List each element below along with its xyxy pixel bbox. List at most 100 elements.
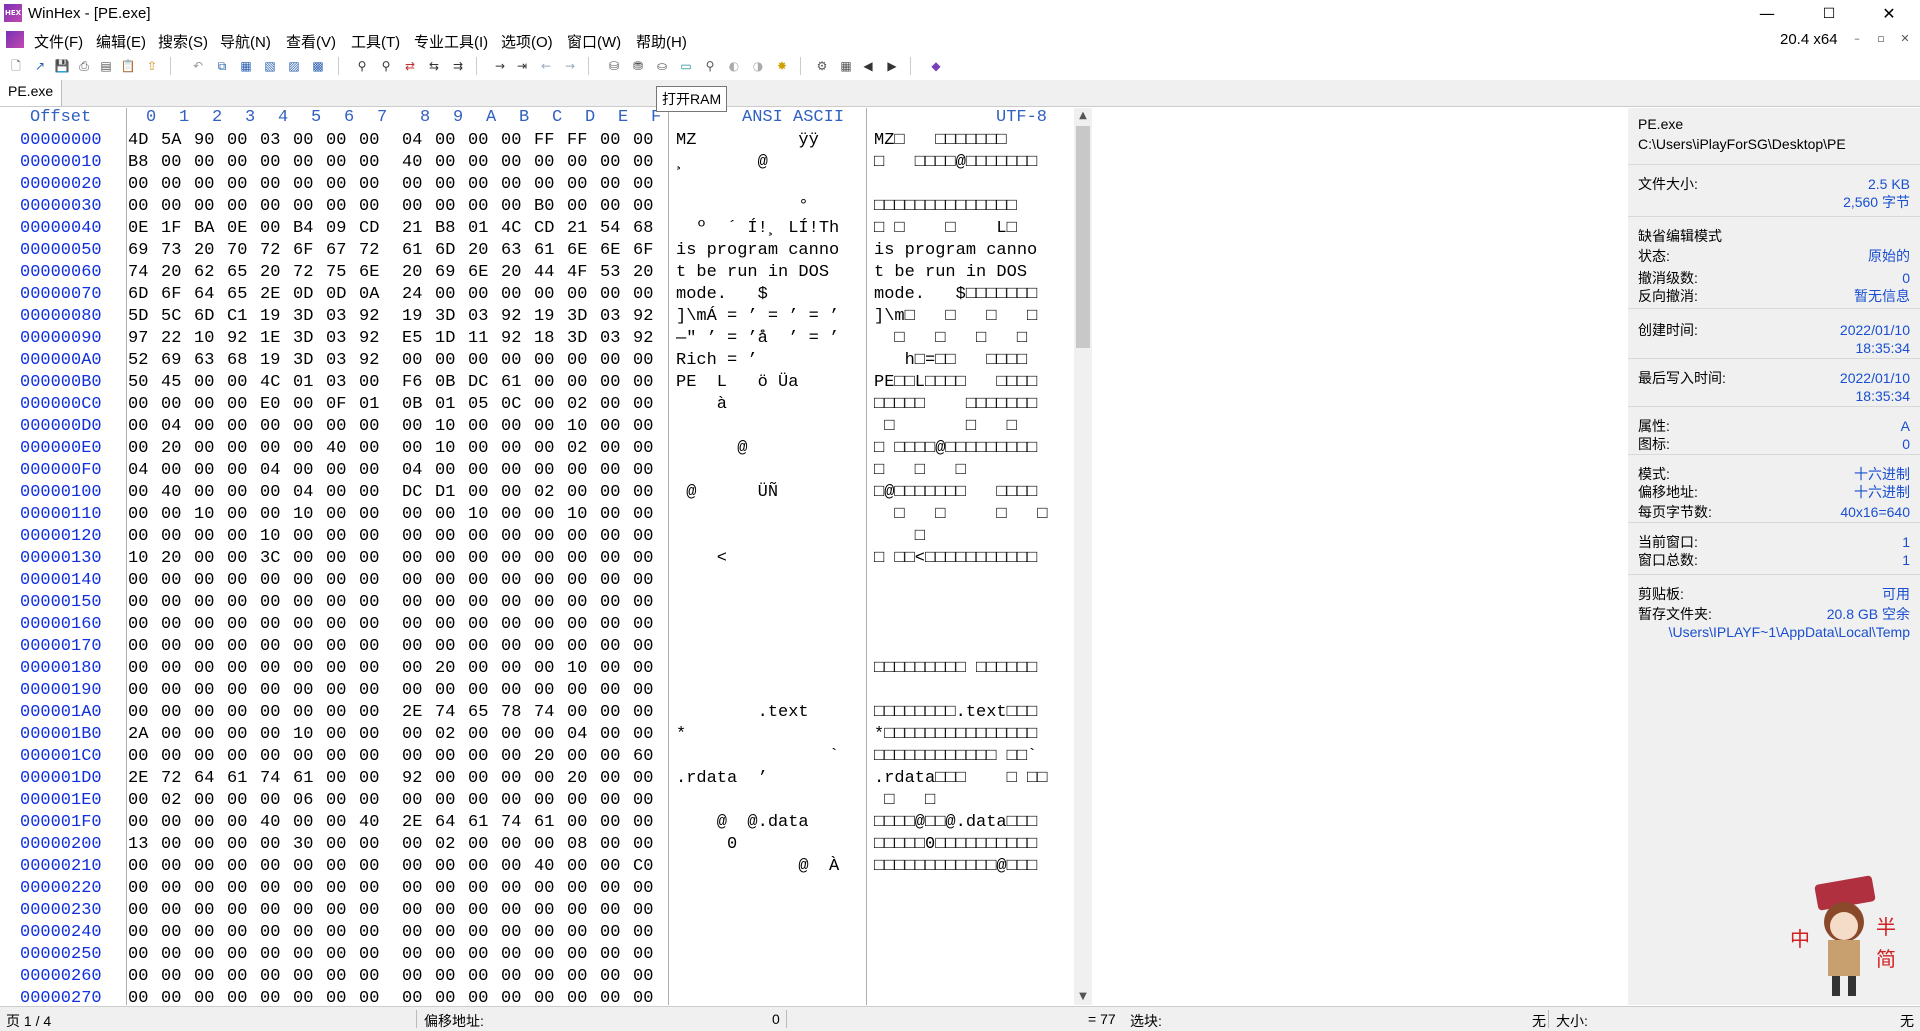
hex-row[interactable]: 00 00 00 00 00 00 00 00 00 00 00 00 00 00 00 00 <box>128 174 666 196</box>
hex-byte[interactable]: 2E <box>128 768 161 790</box>
hex-byte[interactable]: DC <box>402 482 435 504</box>
paste-icon[interactable]: ▧ <box>262 58 278 74</box>
hex-byte[interactable]: 00 <box>435 130 468 152</box>
hex-byte[interactable]: 00 <box>600 526 633 548</box>
hex-byte[interactable]: 0B <box>402 394 435 416</box>
hex-byte[interactable]: 20 <box>194 240 227 262</box>
hex-byte[interactable]: 02 <box>435 724 468 746</box>
hex-byte[interactable]: 00 <box>326 944 359 966</box>
ansi-row[interactable] <box>676 416 856 438</box>
hex-byte[interactable]: 72 <box>161 768 194 790</box>
hex-byte[interactable]: 00 <box>260 746 293 768</box>
hex-byte[interactable]: 01 <box>293 372 326 394</box>
hex-byte[interactable]: 00 <box>161 944 194 966</box>
hex-byte[interactable]: 00 <box>194 900 227 922</box>
hex-byte[interactable]: 00 <box>402 900 435 922</box>
hex-byte[interactable]: 00 <box>326 614 359 636</box>
hex-byte[interactable]: 10 <box>435 438 468 460</box>
hex-byte[interactable]: 3D <box>293 328 326 350</box>
hex-byte[interactable]: 2E <box>260 284 293 306</box>
hex-byte[interactable]: 67 <box>326 240 359 262</box>
hex-byte[interactable]: 00 <box>501 878 534 900</box>
hex-byte[interactable]: 00 <box>128 878 161 900</box>
hex-byte[interactable]: 00 <box>567 482 600 504</box>
hex-row[interactable]: 00 00 00 00 00 00 00 00 00 20 00 00 00 10 00 00 <box>128 658 666 680</box>
hex-byte[interactable]: 00 <box>600 768 633 790</box>
ansi-row[interactable] <box>676 966 856 988</box>
hex-byte[interactable]: 00 <box>435 790 468 812</box>
hex-byte[interactable]: 00 <box>326 746 359 768</box>
hex-byte[interactable]: 04 <box>161 416 194 438</box>
go-to-offset-icon[interactable]: → <box>492 58 508 74</box>
hex-byte[interactable]: 00 <box>128 416 161 438</box>
hex-byte[interactable]: 00 <box>161 680 194 702</box>
hex-byte[interactable]: 00 <box>402 922 435 944</box>
hex-byte[interactable]: 64 <box>194 284 227 306</box>
menu-tools[interactable]: 工具(T) <box>351 31 400 52</box>
hex-byte[interactable]: 00 <box>194 834 227 856</box>
hex-byte[interactable]: 00 <box>501 944 534 966</box>
hex-byte[interactable]: 90 <box>194 130 227 152</box>
hex-byte[interactable]: 2A <box>128 724 161 746</box>
hex-byte[interactable]: 00 <box>534 570 567 592</box>
hex-byte[interactable]: 00 <box>260 856 293 878</box>
hex-byte[interactable]: 00 <box>326 416 359 438</box>
hex-byte[interactable]: 00 <box>435 922 468 944</box>
properties-icon[interactable]: ▤ <box>98 58 114 74</box>
hex-byte[interactable]: 00 <box>260 592 293 614</box>
hex-byte[interactable]: 02 <box>567 438 600 460</box>
hex-byte[interactable]: 69 <box>435 262 468 284</box>
print-icon[interactable]: ⎙ <box>76 58 92 74</box>
hex-byte[interactable]: 6E <box>359 262 392 284</box>
hex-byte[interactable]: 10 <box>567 504 600 526</box>
hex-row[interactable]: 00 00 00 00 00 00 00 00 2E 74 65 78 74 00 00 00 <box>128 702 666 724</box>
hex-byte[interactable]: 6E <box>600 240 633 262</box>
hex-byte[interactable]: 20 <box>501 262 534 284</box>
hex-byte[interactable]: 00 <box>435 592 468 614</box>
hex-byte[interactable]: 00 <box>260 680 293 702</box>
hex-byte[interactable]: 00 <box>359 746 392 768</box>
hex-byte[interactable]: 00 <box>633 372 666 394</box>
hex-byte[interactable]: 00 <box>501 834 534 856</box>
hex-byte[interactable]: 00 <box>260 218 293 240</box>
ansi-row[interactable] <box>676 922 856 944</box>
hex-byte[interactable]: 00 <box>435 548 468 570</box>
hex-byte[interactable]: 00 <box>326 174 359 196</box>
hex-byte[interactable]: 00 <box>435 350 468 372</box>
hex-byte[interactable]: 00 <box>359 790 392 812</box>
hex-byte[interactable]: 00 <box>128 196 161 218</box>
hex-byte[interactable]: 00 <box>600 900 633 922</box>
hex-byte[interactable]: 30 <box>293 834 326 856</box>
hex-byte[interactable]: 00 <box>633 592 666 614</box>
hex-byte[interactable]: 45 <box>161 372 194 394</box>
ansi-row[interactable] <box>676 878 856 900</box>
utf8-row[interactable]: □ □ □ <box>874 416 1074 438</box>
hex-byte[interactable]: 20 <box>161 438 194 460</box>
hex-byte[interactable]: 10 <box>260 526 293 548</box>
hex-byte[interactable]: 00 <box>435 152 468 174</box>
hex-byte[interactable]: 00 <box>600 548 633 570</box>
hex-row[interactable]: 13 00 00 00 00 30 00 00 00 02 00 00 00 08 00 00 <box>128 834 666 856</box>
hex-byte[interactable]: 0F <box>326 394 359 416</box>
hex-row[interactable]: 10 20 00 00 3C 00 00 00 00 00 00 00 00 00 00 00 <box>128 548 666 570</box>
hex-byte[interactable]: 00 <box>600 966 633 988</box>
hex-byte[interactable]: 00 <box>293 416 326 438</box>
utf8-row[interactable] <box>874 680 1074 702</box>
replace-hex-icon[interactable]: ⇆ <box>426 58 442 74</box>
hex-byte[interactable]: 00 <box>600 878 633 900</box>
hex-byte[interactable]: 00 <box>359 878 392 900</box>
utf8-row[interactable] <box>874 592 1074 614</box>
hex-byte[interactable]: 5C <box>161 306 194 328</box>
hex-byte[interactable]: 00 <box>194 152 227 174</box>
utf8-row[interactable]: □□□□@□□@.data□□□ <box>874 812 1074 834</box>
hex-byte[interactable]: 20 <box>633 262 666 284</box>
hex-byte[interactable]: 00 <box>501 900 534 922</box>
hex-byte[interactable]: 00 <box>633 658 666 680</box>
hex-byte[interactable]: 00 <box>633 878 666 900</box>
hex-byte[interactable]: 68 <box>633 218 666 240</box>
hex-byte[interactable]: 00 <box>633 284 666 306</box>
hex-byte[interactable]: 70 <box>227 240 260 262</box>
hex-byte[interactable]: 00 <box>468 526 501 548</box>
hex-byte[interactable]: 61 <box>501 372 534 394</box>
hex-byte[interactable]: 00 <box>567 460 600 482</box>
